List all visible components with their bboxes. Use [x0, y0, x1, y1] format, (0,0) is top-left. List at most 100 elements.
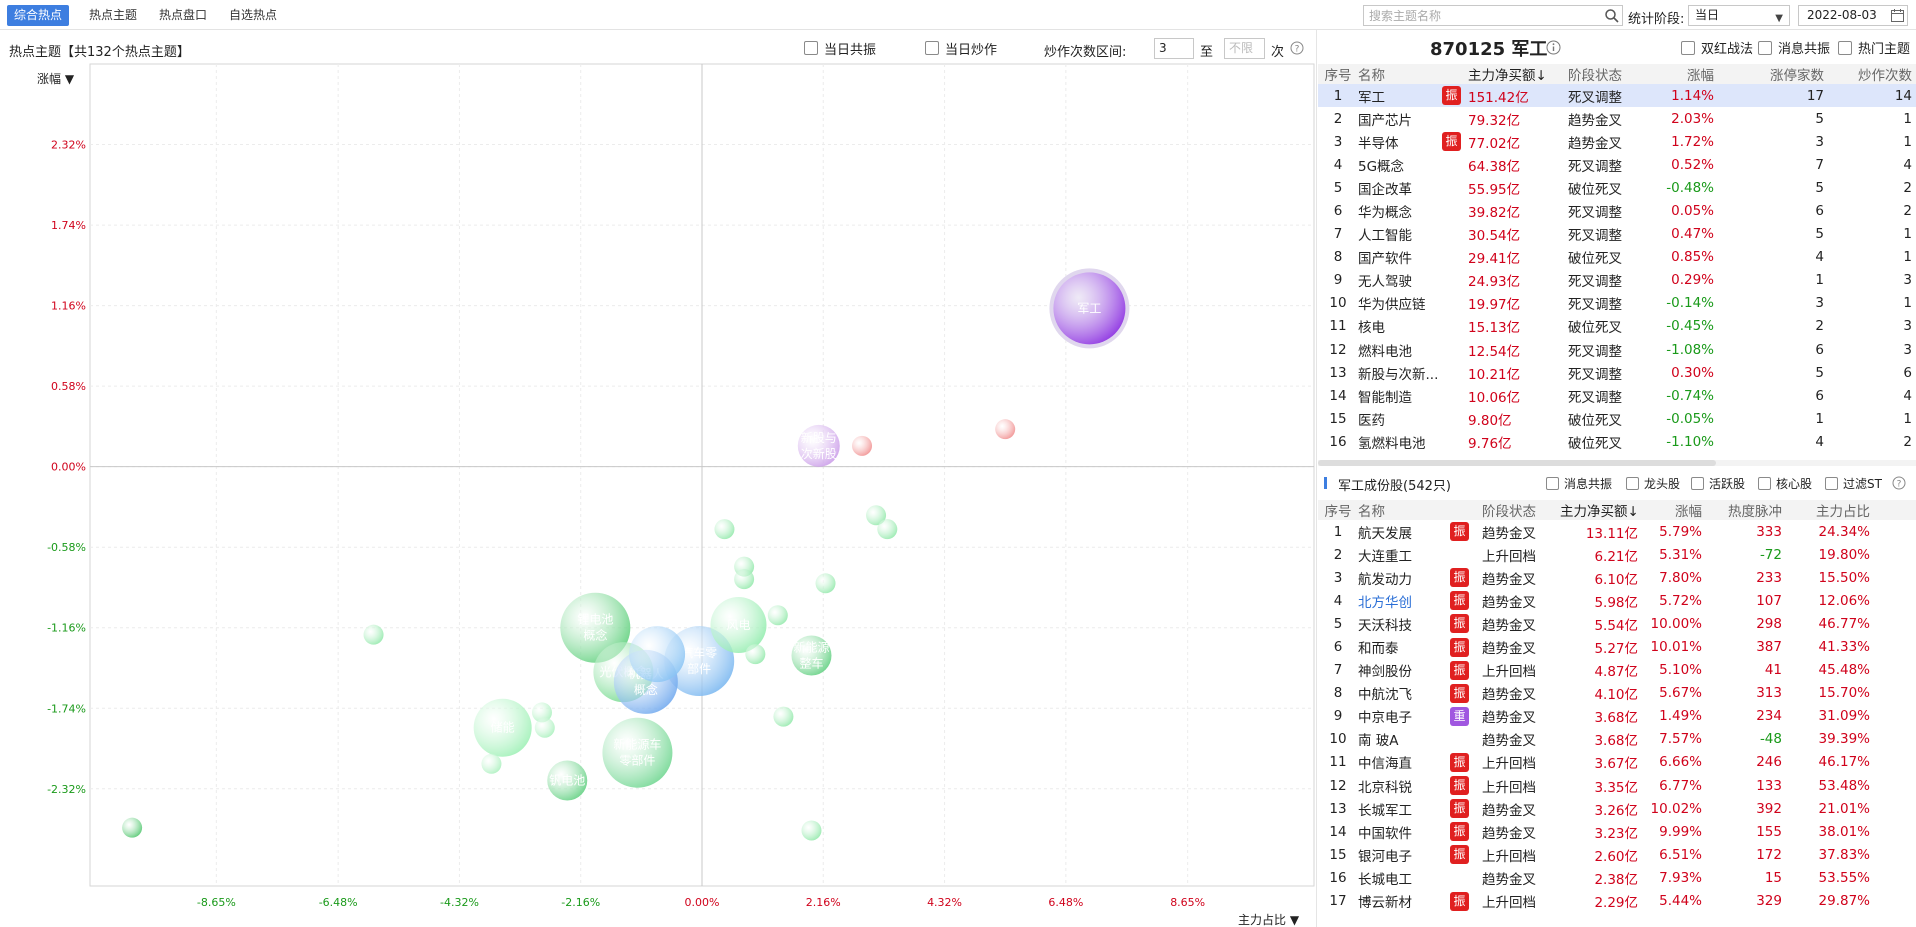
topic-name[interactable]: 智能制造 — [1358, 384, 1442, 407]
topic-name[interactable]: 医药 — [1358, 407, 1442, 430]
dual-red-checkbox[interactable]: 双红战法 — [1681, 38, 1753, 57]
table-row[interactable]: 17 博云新材振上升回档 2.29亿 5.44% 329 29.87% — [1318, 890, 1916, 913]
col-change[interactable]: 涨幅 — [1642, 500, 1710, 520]
col-stage[interactable]: 阶段状态 — [1482, 500, 1560, 520]
table-row[interactable]: 2 国产芯片 79.32亿 趋势金叉 2.03% 5 1 — [1318, 107, 1916, 130]
table-row[interactable]: 5 国企改革 55.95亿 破位死叉 -0.48% 5 2 — [1318, 176, 1916, 199]
table-row[interactable]: 12 燃料电池 12.54亿 死叉调整 -1.08% 6 3 — [1318, 338, 1916, 361]
stock-name[interactable]: 天沃科技 — [1358, 612, 1450, 635]
table-row[interactable]: 4 5G概念 64.38亿 死叉调整 0.52% 7 4 — [1318, 153, 1916, 176]
tab-watchlist[interactable]: 自选热点 — [222, 5, 284, 26]
topic-name[interactable]: 国企改革 — [1358, 176, 1442, 199]
news-resonance-checkbox[interactable]: 消息共振 — [1758, 38, 1830, 57]
topic-name[interactable]: 燃料电池 — [1358, 338, 1442, 361]
col-limit-up[interactable]: 涨停家数 — [1722, 64, 1836, 84]
table-row[interactable]: 5 天沃科技振趋势金叉 5.54亿 10.00% 298 46.77% — [1318, 612, 1916, 635]
table-row[interactable]: 13 长城军工振趋势金叉 3.26亿 10.02% 392 21.01% — [1318, 797, 1916, 820]
table-row[interactable]: 9 无人驾驶 24.93亿 死叉调整 0.29% 1 3 — [1318, 269, 1916, 292]
table-row[interactable]: 10 华为供应链 19.97亿 死叉调整 -0.14% 3 1 — [1318, 292, 1916, 315]
stock-name[interactable]: 大连重工 — [1358, 543, 1450, 566]
stock-name[interactable]: 和而泰 — [1358, 635, 1450, 658]
table-row[interactable]: 8 中航沈飞振趋势金叉 4.10亿 5.67% 313 15.70% — [1318, 682, 1916, 705]
x-axis-selector[interactable]: 主力占比 ▼ — [1238, 911, 1299, 927]
resonance-checkbox[interactable]: 当日共振 — [804, 40, 876, 58]
col-name[interactable]: 名称 — [1358, 64, 1442, 84]
range-from-input[interactable]: 3 — [1154, 38, 1194, 59]
stock-name[interactable]: 北方华创 — [1358, 589, 1450, 612]
table-row[interactable]: 8 国产软件 29.41亿 破位死叉 0.85% 4 1 — [1318, 246, 1916, 269]
topic-name[interactable]: 国产芯片 — [1358, 107, 1442, 130]
col-hype-count[interactable]: 炒作次数 — [1836, 64, 1916, 84]
hype-checkbox[interactable]: 当日炒作 — [925, 40, 997, 58]
stock-name[interactable]: 航发动力 — [1358, 566, 1450, 589]
col-index[interactable]: 序号 — [1318, 500, 1358, 520]
search-icon[interactable] — [1604, 8, 1620, 24]
topic-name[interactable]: 国产软件 — [1358, 246, 1442, 269]
horizontal-scrollbar[interactable] — [1318, 460, 1716, 466]
stock-name[interactable]: 博云新材 — [1358, 890, 1450, 913]
col-name[interactable]: 名称 — [1358, 500, 1450, 520]
stock-name[interactable]: 中国软件 — [1358, 820, 1450, 843]
leader-filter[interactable]: 龙头股 — [1626, 475, 1680, 492]
core-filter[interactable]: 核心股 — [1758, 475, 1812, 492]
table-row[interactable]: 6 华为概念 39.82亿 死叉调整 0.05% 6 2 — [1318, 199, 1916, 222]
table-row[interactable]: 6 和而泰振趋势金叉 5.27亿 10.01% 387 41.33% — [1318, 635, 1916, 658]
st-filter[interactable]: 过滤ST — [1825, 475, 1882, 492]
hot-topic-checkbox[interactable]: 热门主题 — [1838, 38, 1910, 57]
col-ratio[interactable]: 主力占比 — [1790, 500, 1878, 520]
checkbox-box[interactable] — [1838, 40, 1852, 55]
checkbox-box[interactable] — [1758, 40, 1772, 55]
table-row[interactable]: 10 南 玻A 趋势金叉 3.68亿 7.57% -48 39.39% — [1318, 728, 1916, 751]
topic-name[interactable]: 氢燃料电池 — [1358, 430, 1442, 453]
col-index[interactable]: 序号 — [1318, 64, 1358, 84]
stock-name[interactable]: 神剑股份 — [1358, 659, 1450, 682]
date-picker[interactable]: 2022-08-03 — [1798, 5, 1908, 26]
help-icon[interactable]: ? — [1290, 41, 1304, 55]
table-row[interactable]: 11 核电 15.13亿 破位死叉 -0.45% 2 3 — [1318, 315, 1916, 338]
checkbox-box[interactable] — [1758, 477, 1771, 490]
topic-name[interactable]: 核电 — [1358, 315, 1442, 338]
table-row[interactable]: 15 银河电子振上升回档 2.60亿 6.51% 172 37.83% — [1318, 843, 1916, 866]
news-resonance-filter[interactable]: 消息共振 — [1546, 475, 1612, 492]
col-stage[interactable]: 阶段状态 — [1558, 64, 1646, 84]
stock-name[interactable]: 中航沈飞 — [1358, 682, 1450, 705]
stock-name[interactable]: 长城军工 — [1358, 797, 1450, 820]
table-row[interactable]: 3 航发动力振趋势金叉 6.10亿 7.80% 233 15.50% — [1318, 566, 1916, 589]
topic-name[interactable]: 无人驾驶 — [1358, 269, 1442, 292]
checkbox-box[interactable] — [1681, 40, 1695, 55]
topic-name[interactable]: 半导体 — [1358, 130, 1442, 153]
tab-hot-board[interactable]: 热点盘口 — [152, 5, 214, 26]
tab-hot-topics[interactable]: 热点主题 — [82, 5, 144, 26]
checkbox-box[interactable] — [1546, 477, 1559, 490]
topic-name[interactable]: 军工 — [1358, 84, 1442, 108]
stock-name[interactable]: 中京电子 — [1358, 705, 1450, 728]
stock-name[interactable]: 中信海直 — [1358, 751, 1450, 774]
topic-name[interactable]: 新股与次新... — [1358, 361, 1442, 384]
tab-comprehensive[interactable]: 综合热点 — [7, 5, 70, 26]
topic-name[interactable]: 人工智能 — [1358, 223, 1442, 246]
info-icon[interactable] — [1546, 40, 1561, 55]
col-change[interactable]: 涨幅 — [1646, 64, 1722, 84]
checkbox-box[interactable] — [1626, 477, 1639, 490]
topic-name[interactable]: 5G概念 — [1358, 153, 1442, 176]
range-to-input[interactable]: 不限 — [1224, 38, 1265, 59]
table-row[interactable]: 12 北京科锐振上升回档 3.35亿 6.77% 133 53.48% — [1318, 774, 1916, 797]
checkbox-box[interactable] — [1691, 477, 1704, 490]
table-row[interactable]: 1 航天发展振趋势金叉 13.11亿 5.79% 333 24.34% — [1318, 520, 1916, 543]
topic-name[interactable]: 华为概念 — [1358, 199, 1442, 222]
search-input[interactable] — [1363, 5, 1623, 26]
table-row[interactable]: 14 中国软件振趋势金叉 3.23亿 9.99% 155 38.01% — [1318, 820, 1916, 843]
stock-name[interactable]: 南 玻A — [1358, 728, 1450, 751]
table-row[interactable]: 7 神剑股份振上升回档 4.87亿 5.10% 41 45.48% — [1318, 659, 1916, 682]
table-row[interactable]: 1 军工振 151.42亿 死叉调整 1.14% 17 14 — [1318, 84, 1916, 108]
checkbox-box[interactable] — [1825, 477, 1838, 490]
col-net-buy[interactable]: 主力净买额↓ — [1468, 64, 1558, 84]
col-net-buy[interactable]: 主力净买额↓ — [1560, 500, 1642, 520]
table-row[interactable]: 15 医药 9.80亿 破位死叉 -0.05% 1 1 — [1318, 407, 1916, 430]
table-row[interactable]: 16 氢燃料电池 9.76亿 破位死叉 -1.10% 4 2 — [1318, 430, 1916, 453]
stock-name[interactable]: 航天发展 — [1358, 520, 1450, 543]
checkbox-box[interactable] — [804, 41, 818, 55]
col-heat[interactable]: 热度脉冲 — [1710, 500, 1790, 520]
period-select[interactable]: 当日 ▼ — [1688, 5, 1790, 26]
table-row[interactable]: 7 人工智能 30.54亿 死叉调整 0.47% 5 1 — [1318, 223, 1916, 246]
